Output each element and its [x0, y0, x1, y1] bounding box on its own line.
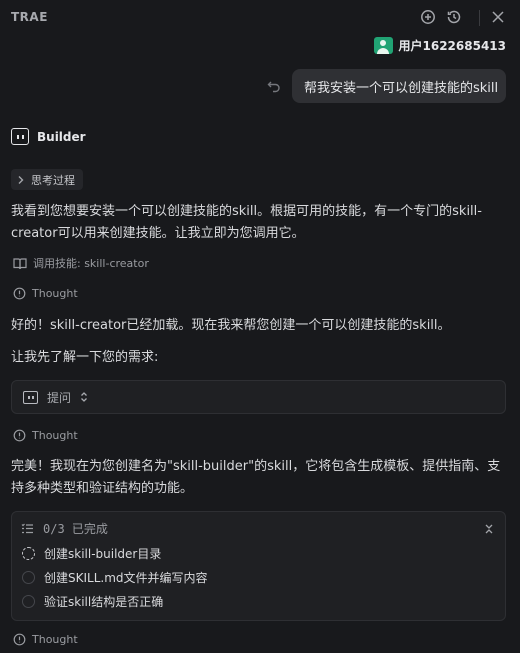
collapse-icon[interactable]	[483, 520, 497, 534]
in-progress-spinner-icon	[22, 547, 35, 560]
assistant-message-ask: 让我先了解一下您的需求:	[11, 350, 159, 365]
todo-item-label: 创建skill-builder目录	[44, 547, 162, 561]
chevron-right-icon	[18, 175, 24, 184]
pending-circle-icon	[22, 571, 35, 584]
todo-list-card: 0/3 已完成 创建skill-builder目录 创建SKILL.md文件并编…	[11, 511, 506, 621]
todo-item: 创建skill-builder目录	[22, 545, 161, 562]
book-icon	[13, 257, 27, 269]
thought-row-1[interactable]: Thought	[13, 287, 78, 300]
checklist-icon	[21, 523, 33, 534]
avatar	[373, 37, 393, 54]
user-identity: 用户1622685413	[373, 37, 507, 54]
todo-item-label: 验证skill结构是否正确	[44, 595, 164, 609]
todo-header[interactable]: 0/3 已完成	[21, 520, 108, 537]
user-name: 用户1622685413	[398, 39, 507, 53]
pending-circle-icon	[22, 595, 35, 608]
assistant-message-intro: 我看到您想要安装一个可以创建技能的skill。根据可用的技能，有一个专门的ski…	[11, 204, 482, 241]
info-icon	[13, 633, 26, 646]
new-chat-icon[interactable]	[419, 8, 437, 26]
question-card[interactable]: 提问	[11, 380, 506, 414]
todo-item: 验证skill结构是否正确	[22, 593, 163, 610]
toolbar-divider	[479, 10, 480, 26]
bot-header: Builder	[11, 128, 86, 145]
app-title: TRAE	[11, 10, 48, 24]
todo-item-label: 创建SKILL.md文件并编写内容	[44, 571, 208, 585]
user-message-bubble: 帮我安装一个可以创建技能的skill	[292, 69, 506, 103]
todo-progress: 0/3 已完成	[43, 522, 108, 536]
undo-icon[interactable]	[266, 78, 282, 94]
history-icon[interactable]	[445, 8, 463, 26]
thought-label: Thought	[32, 429, 78, 442]
thought-row-3[interactable]: Thought	[13, 633, 78, 646]
close-icon[interactable]	[489, 8, 507, 26]
bot-name: Builder	[37, 129, 86, 144]
thinking-toggle[interactable]: 思考过程	[11, 169, 83, 190]
thought-label: Thought	[32, 287, 78, 300]
assistant-message-plan: 完美！我现在为您创建名为"skill-builder"的skill，它将包含生成…	[11, 459, 501, 496]
builder-logo-icon	[11, 128, 29, 145]
expand-updown-icon	[81, 392, 87, 402]
skill-call-row[interactable]: 调用技能: skill-creator	[13, 255, 149, 271]
thinking-label: 思考过程	[31, 173, 75, 187]
todo-item: 创建SKILL.md文件并编写内容	[22, 569, 208, 586]
info-icon	[13, 287, 26, 300]
skill-call-text: 调用技能: skill-creator	[33, 257, 149, 270]
thought-row-2[interactable]: Thought	[13, 429, 78, 442]
question-label: 提问	[47, 390, 72, 405]
builder-logo-icon	[23, 390, 38, 404]
thought-label: Thought	[32, 633, 78, 646]
info-icon	[13, 429, 26, 442]
assistant-message-loaded: 好的！skill-creator已经加载。现在我来帮您创建一个可以创建技能的sk…	[11, 318, 451, 333]
